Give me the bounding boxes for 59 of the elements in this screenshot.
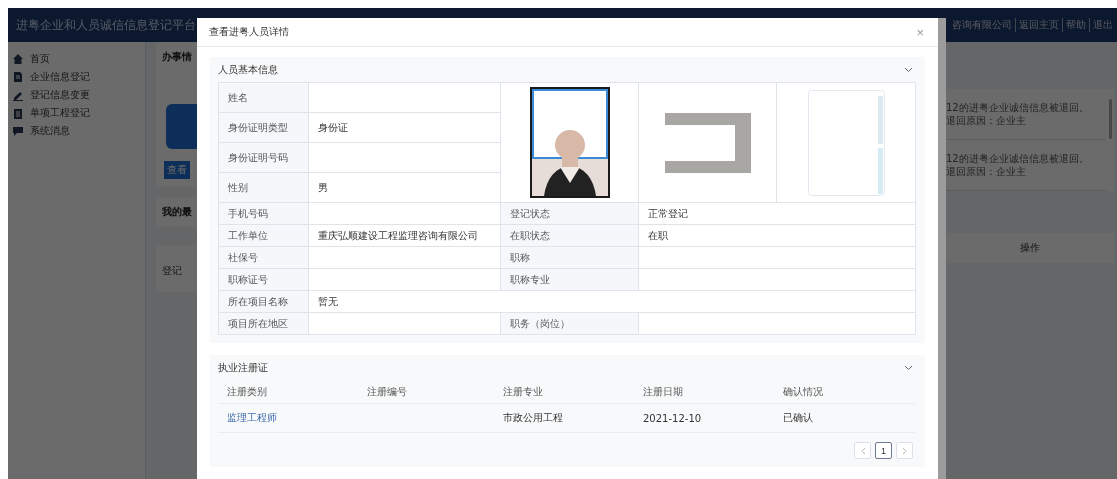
field-label: 身份证明号码 [219, 143, 309, 173]
table-cell: 2021-12-10 [643, 412, 702, 424]
section-title: 人员基本信息 [218, 62, 278, 77]
field-value: 正常登记 [639, 203, 916, 225]
field-label: 所在项目名称 [219, 291, 309, 313]
field-value: 男 [309, 173, 501, 203]
sidebar-item[interactable]: 企业信息登记 [8, 68, 145, 86]
field-value: 在职 [639, 225, 916, 247]
column-header: 注册日期 [643, 384, 683, 399]
scrollbar[interactable] [938, 18, 946, 479]
field-label: 职称 [501, 247, 639, 269]
column-header: 注册专业 [503, 384, 543, 399]
sidebar-item[interactable]: 系统消息 [8, 122, 145, 140]
next-page-button[interactable] [896, 442, 913, 459]
field-label: 性别 [219, 173, 309, 203]
column-header: 注册编号 [367, 384, 407, 399]
field-label: 登记状态 [501, 203, 639, 225]
home-icon [12, 53, 24, 65]
column-header: 操作 [1020, 241, 1040, 255]
clipboard-icon [12, 107, 24, 119]
table-cell: 市政公用工程 [503, 411, 563, 425]
column-header: 登记 [162, 265, 182, 276]
card-title: 我的最 [162, 205, 193, 219]
sidebar-item[interactable]: 首页 [8, 50, 145, 68]
field-label: 项目所在地区 [219, 313, 309, 335]
field-value: 身份证 [309, 113, 501, 143]
chevron-icon[interactable] [904, 363, 913, 372]
chevron-left-icon [859, 446, 866, 455]
column-header: 注册类别 [227, 384, 267, 399]
column-header: 确认情况 [783, 384, 823, 399]
table-cell: 已确认 [783, 411, 813, 425]
chevron-right-icon [901, 446, 908, 455]
message-link[interactable]: 12的进粤企业诚信信息被退回。退回原因：企业主 [946, 152, 1096, 178]
view-button[interactable]: 查看 [164, 161, 190, 179]
field-value: 重庆弘顺建设工程监理咨询有限公司 [309, 225, 501, 247]
field-label: 手机号码 [219, 203, 309, 225]
chevron-icon[interactable] [904, 65, 913, 74]
chat-icon [12, 125, 24, 137]
scrollbar[interactable] [1109, 99, 1112, 139]
field-label: 职称专业 [501, 269, 639, 291]
field-label: 身份证明类型 [219, 113, 309, 143]
message-link[interactable]: 12的进粤企业诚信信息被退回。退回原因：企业主 [946, 101, 1096, 127]
sidebar-item[interactable]: 单项工程登记 [8, 104, 145, 122]
dialog-title: 查看进粤人员详情 [209, 25, 289, 39]
previous-page-button[interactable] [854, 442, 871, 459]
pen-icon [12, 89, 24, 101]
page-button[interactable]: 1 [875, 442, 892, 459]
section-title: 执业注册证 [218, 360, 268, 375]
field-label: 职称证号 [219, 269, 309, 291]
field-label: 在职状态 [501, 225, 639, 247]
field-label: 职务（岗位） [501, 313, 639, 335]
field-label: 姓名 [219, 83, 309, 113]
close-button[interactable]: × [916, 24, 924, 40]
field-label: 社保号 [219, 247, 309, 269]
table-link[interactable]: 监理工程师 [227, 411, 277, 425]
card-title: 办事情 [162, 50, 193, 64]
sidebar-item[interactable]: 登记信息变更 [8, 86, 145, 104]
document-icon [12, 71, 24, 83]
field-label: 工作单位 [219, 225, 309, 247]
